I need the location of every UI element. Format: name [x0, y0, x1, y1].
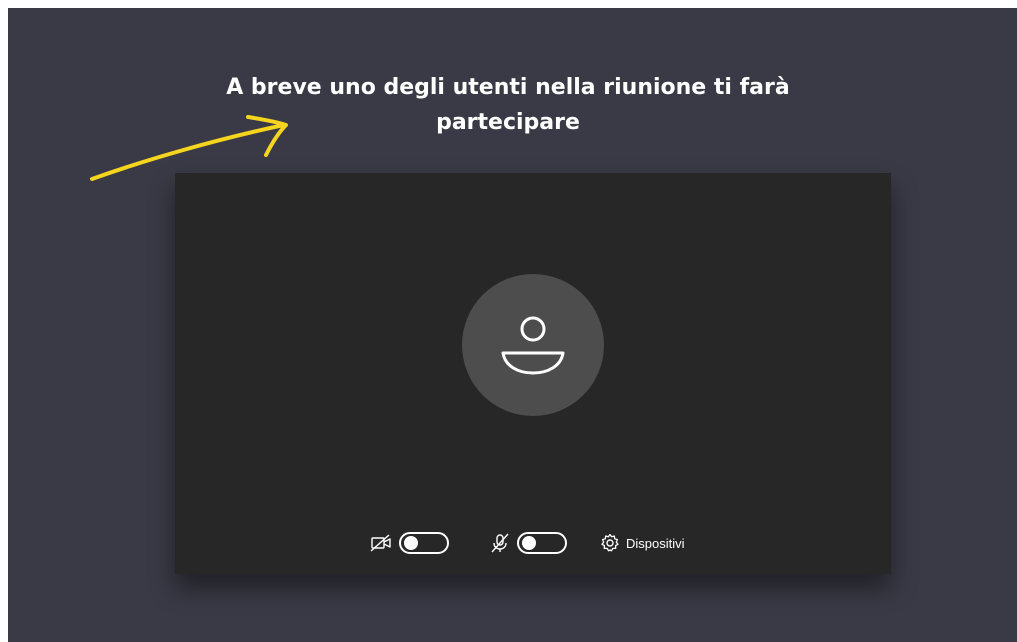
device-controls: Dispositivi [175, 530, 891, 556]
lobby-screen: A breve uno degli utenti nella riunione … [8, 8, 1017, 642]
devices-label: Dispositivi [626, 535, 685, 551]
video-preview: Dispositivi [175, 173, 891, 574]
gear-icon [601, 533, 619, 552]
camera-toggle[interactable] [399, 532, 449, 554]
microphone-toggle-knob [522, 536, 536, 550]
person-icon [501, 316, 565, 375]
avatar [462, 274, 604, 416]
camera-off-icon [370, 534, 391, 552]
microphone-toggle[interactable] [517, 532, 567, 554]
microphone-off-icon [491, 533, 509, 553]
camera-toggle-knob [404, 536, 418, 550]
devices-button[interactable]: Dispositivi [600, 530, 685, 556]
